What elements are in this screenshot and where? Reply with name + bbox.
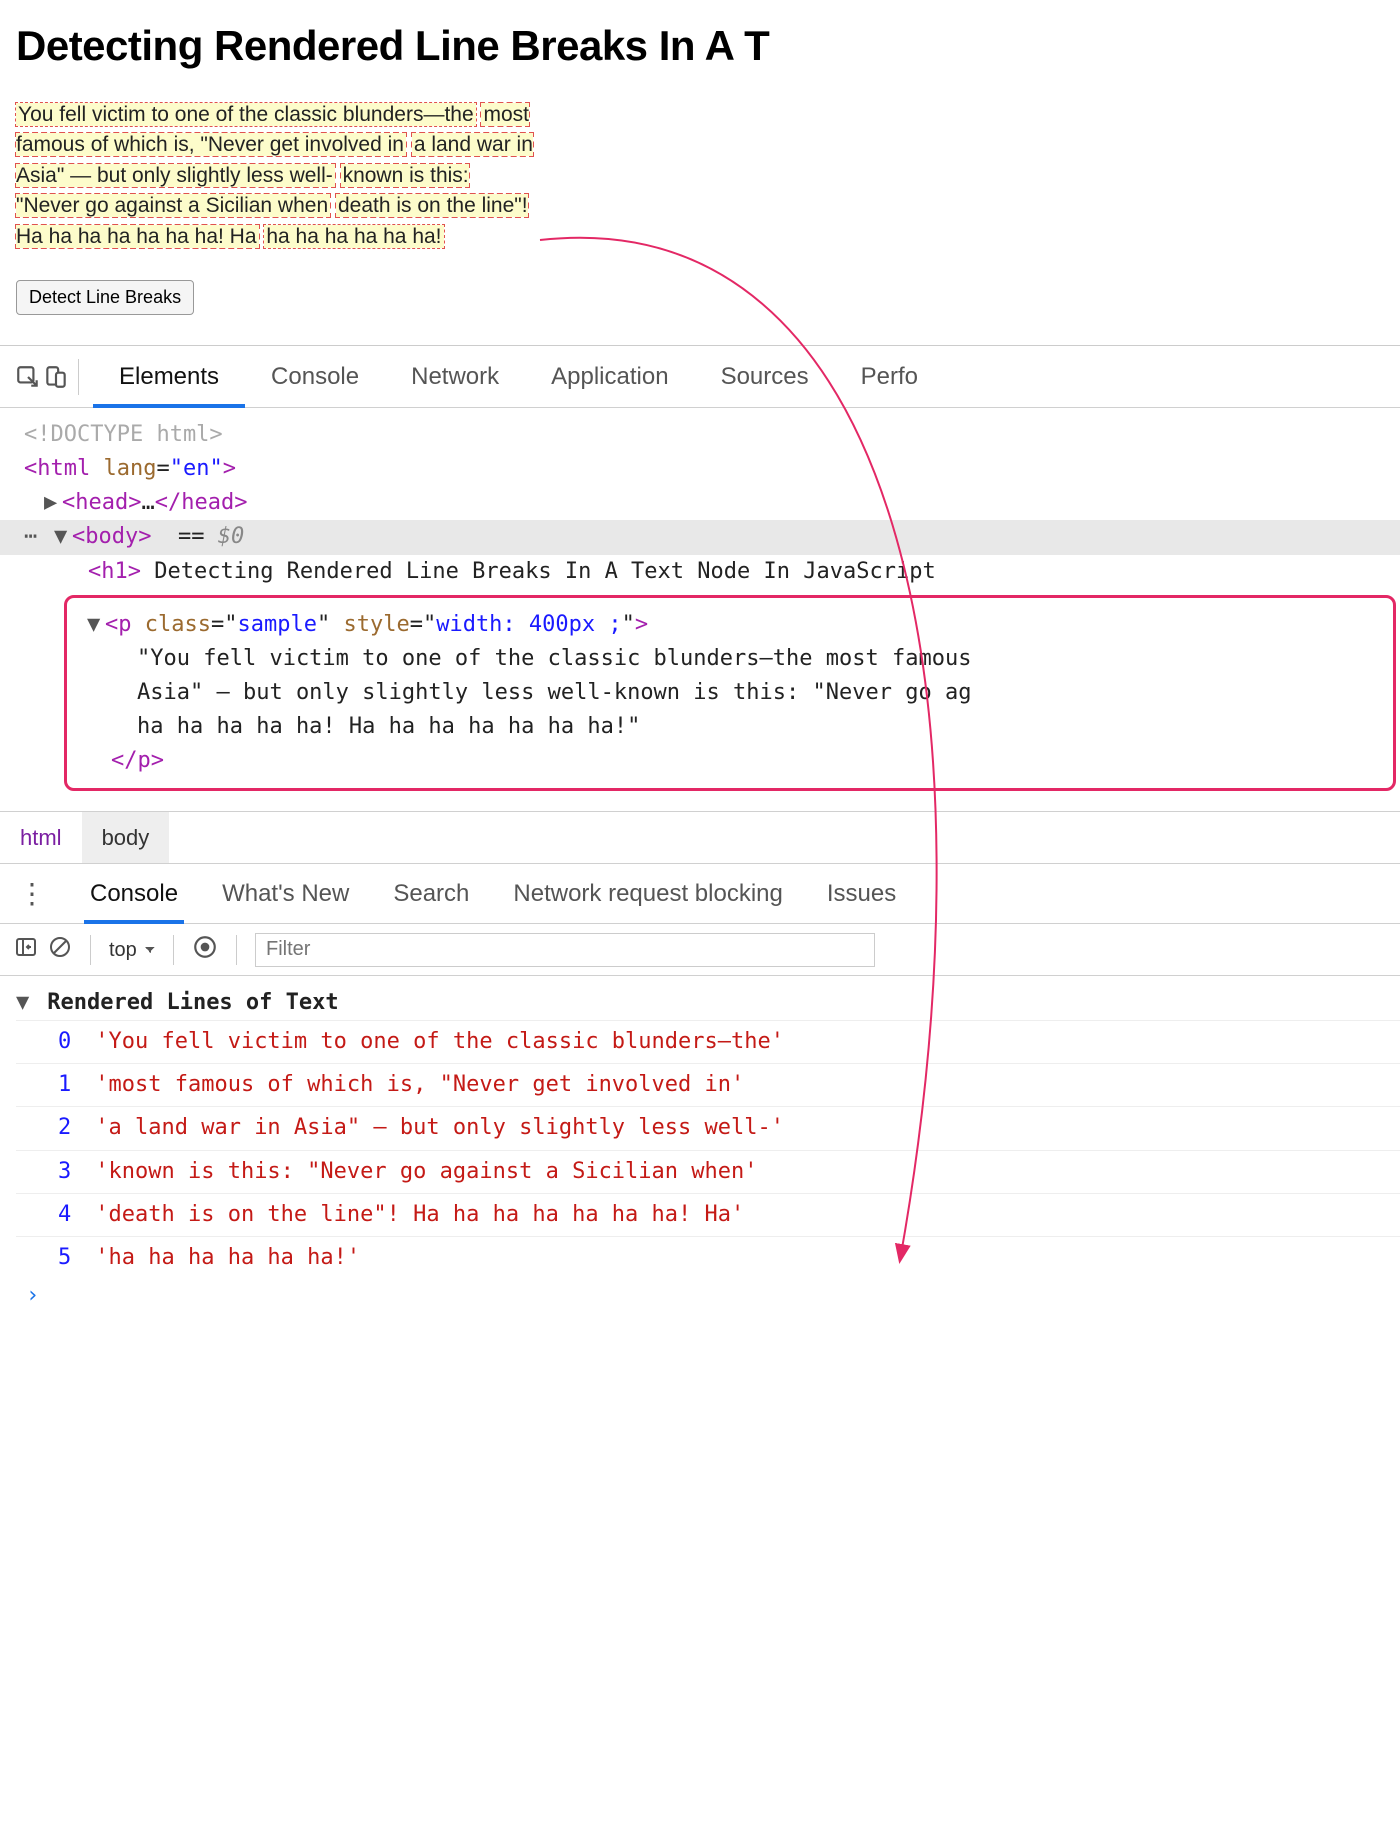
dom-body-row[interactable]: ⋯▼<body> == $0 xyxy=(0,520,1400,554)
drawer-tab-whatsnew[interactable]: What's New xyxy=(216,864,355,924)
console-group-title: Rendered Lines of Text xyxy=(47,990,338,1015)
drawer-tab-search[interactable]: Search xyxy=(387,864,475,924)
drawer-tabbar: ⋮ Console What's New Search Network requ… xyxy=(0,864,1400,924)
tab-elements[interactable]: Elements xyxy=(93,346,245,408)
dom-doctype: <!DOCTYPE html> xyxy=(24,422,223,447)
sample-paragraph: You fell victim to one of the classic bl… xyxy=(16,100,536,252)
tab-application[interactable]: Application xyxy=(525,346,694,408)
tab-console[interactable]: Console xyxy=(245,346,385,408)
clear-console-icon[interactable] xyxy=(48,935,72,965)
dom-text-line: ha ha ha ha ha! Ha ha ha ha ha ha ha!" xyxy=(87,710,1381,744)
console-line: 3 'known is this: "Never go against a Si… xyxy=(16,1150,1400,1193)
devtools-panel: Elements Console Network Application Sou… xyxy=(0,345,1400,1333)
device-toggle-icon[interactable] xyxy=(42,363,70,391)
console-line: 5 'ha ha ha ha ha ha!' xyxy=(16,1236,1400,1279)
divider xyxy=(173,935,174,965)
console-output[interactable]: ▼ Rendered Lines of Text 0 'You fell vic… xyxy=(0,976,1400,1333)
console-context-select[interactable]: top xyxy=(109,939,155,961)
dom-h1-text: Detecting Rendered Line Breaks In A Text… xyxy=(154,559,935,584)
console-prompt-icon[interactable]: › xyxy=(16,1279,1400,1313)
drawer-tab-console[interactable]: Console xyxy=(84,864,184,924)
tab-performance[interactable]: Perfo xyxy=(835,346,944,408)
dom-text-line: Asia" — but only slightly less well-know… xyxy=(87,676,1381,710)
detect-line-breaks-button[interactable]: Detect Line Breaks xyxy=(16,280,194,315)
drawer-menu-icon[interactable]: ⋮ xyxy=(12,877,52,910)
elements-breadcrumb[interactable]: html body xyxy=(0,812,1400,864)
tab-sources[interactable]: Sources xyxy=(695,346,835,408)
collapse-icon[interactable]: ▼ xyxy=(16,986,34,1020)
breadcrumb-html[interactable]: html xyxy=(0,812,82,863)
breadcrumb-body[interactable]: body xyxy=(82,812,170,863)
live-expression-icon[interactable] xyxy=(192,934,218,966)
inspect-icon[interactable] xyxy=(14,363,42,391)
sample-line: You fell victim to one of the classic bl… xyxy=(16,103,476,126)
expand-icon[interactable]: ▶ xyxy=(44,486,62,520)
drawer-tab-issues[interactable]: Issues xyxy=(821,864,902,924)
divider xyxy=(236,935,237,965)
console-line: 2 'a land war in Asia" — but only slight… xyxy=(16,1106,1400,1149)
devtools-tabbar: Elements Console Network Application Sou… xyxy=(0,346,1400,408)
page-title: Detecting Rendered Line Breaks In A T xyxy=(16,22,1384,70)
console-sidebar-toggle-icon[interactable] xyxy=(14,935,38,965)
console-line: 0 'You fell victim to one of the classic… xyxy=(16,1020,1400,1063)
divider xyxy=(78,359,79,395)
console-filter-input[interactable] xyxy=(255,933,875,967)
divider xyxy=(90,935,91,965)
console-toolbar: top xyxy=(0,924,1400,976)
dom-highlighted-node[interactable]: ▼<p class="sample" style="width: 400px ;… xyxy=(64,595,1396,791)
collapse-icon[interactable]: ▼ xyxy=(87,608,105,642)
tab-network[interactable]: Network xyxy=(385,346,525,408)
drawer-tab-network-blocking[interactable]: Network request blocking xyxy=(507,864,788,924)
console-line: 1 'most famous of which is, "Never get i… xyxy=(16,1063,1400,1106)
elements-dom-tree[interactable]: <!DOCTYPE html> <html lang="en"> ▶<head>… xyxy=(0,408,1400,812)
sample-line: ha ha ha ha ha ha! xyxy=(264,225,443,248)
dom-text-line: "You fell victim to one of the classic b… xyxy=(87,642,1381,676)
console-line: 4 'death is on the line"! Ha ha ha ha ha… xyxy=(16,1193,1400,1236)
collapse-icon[interactable]: ▼ xyxy=(54,520,72,554)
